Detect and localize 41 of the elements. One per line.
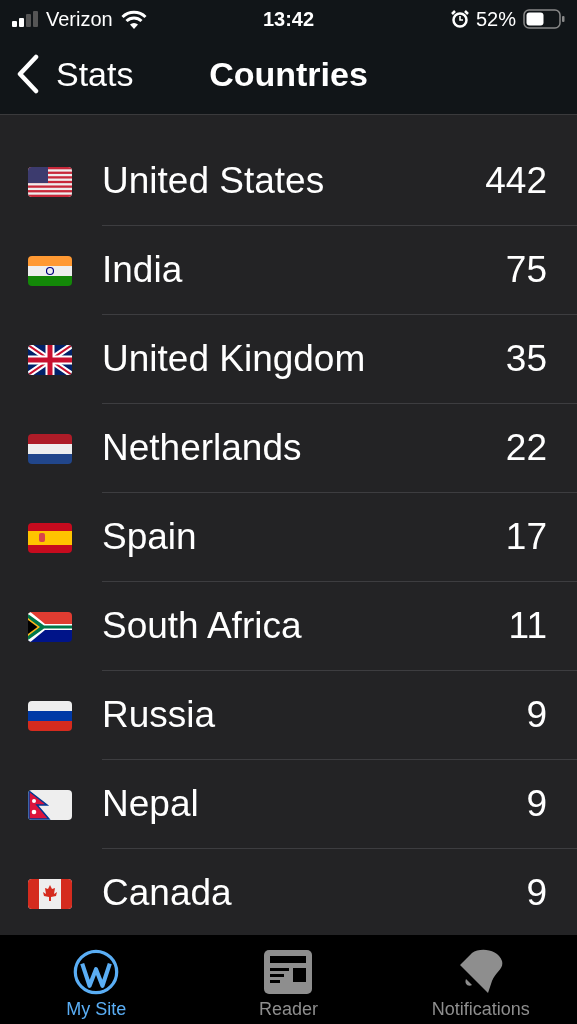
country-name: Nepal	[102, 783, 199, 825]
newspaper-icon	[264, 949, 313, 995]
screen-title: Countries	[209, 54, 368, 94]
battery-percent: 52%	[475, 7, 516, 31]
country-name: South Africa	[102, 605, 302, 647]
alarm-icon	[450, 10, 469, 28]
flag-icon	[28, 433, 72, 464]
tab-button[interactable]: Reader	[192, 935, 385, 1024]
country-name: United States	[102, 160, 325, 202]
country-name: Netherlands	[102, 427, 302, 469]
visit-count: 75	[505, 249, 547, 291]
tab-button[interactable]: My Site	[0, 935, 193, 1024]
battery-icon	[523, 9, 565, 29]
visit-count: 9	[526, 872, 547, 914]
flag-icon	[28, 611, 72, 642]
visit-count: 9	[526, 694, 547, 736]
country-name: Canada	[102, 872, 232, 914]
visit-count: 11	[508, 605, 547, 647]
back-chevron-icon	[16, 54, 40, 94]
wifi-icon	[120, 9, 147, 29]
visit-count: 22	[505, 427, 547, 469]
flag-icon	[28, 522, 72, 553]
visit-count: 35	[505, 338, 547, 380]
country-name: United Kingdom	[102, 338, 366, 380]
carrier-name: Verizon	[46, 7, 113, 31]
country-name: Russia	[102, 694, 216, 736]
flag-icon	[28, 700, 72, 731]
flag-icon	[28, 878, 72, 909]
flag-icon	[28, 255, 72, 286]
visit-count: 17	[505, 516, 547, 558]
visit-count: 9	[526, 783, 547, 825]
tab-button[interactable]: Notifications	[384, 935, 577, 1024]
back-button[interactable]: Stats	[16, 54, 134, 94]
country-name: Spain	[102, 516, 197, 558]
signal-icon	[12, 11, 38, 27]
flag-icon	[28, 166, 72, 197]
country-name: India	[102, 249, 183, 291]
flag-icon	[28, 344, 72, 375]
clock-time: 13:42	[262, 7, 315, 30]
flag-icon	[28, 789, 72, 820]
visit-count: 442	[485, 160, 547, 202]
